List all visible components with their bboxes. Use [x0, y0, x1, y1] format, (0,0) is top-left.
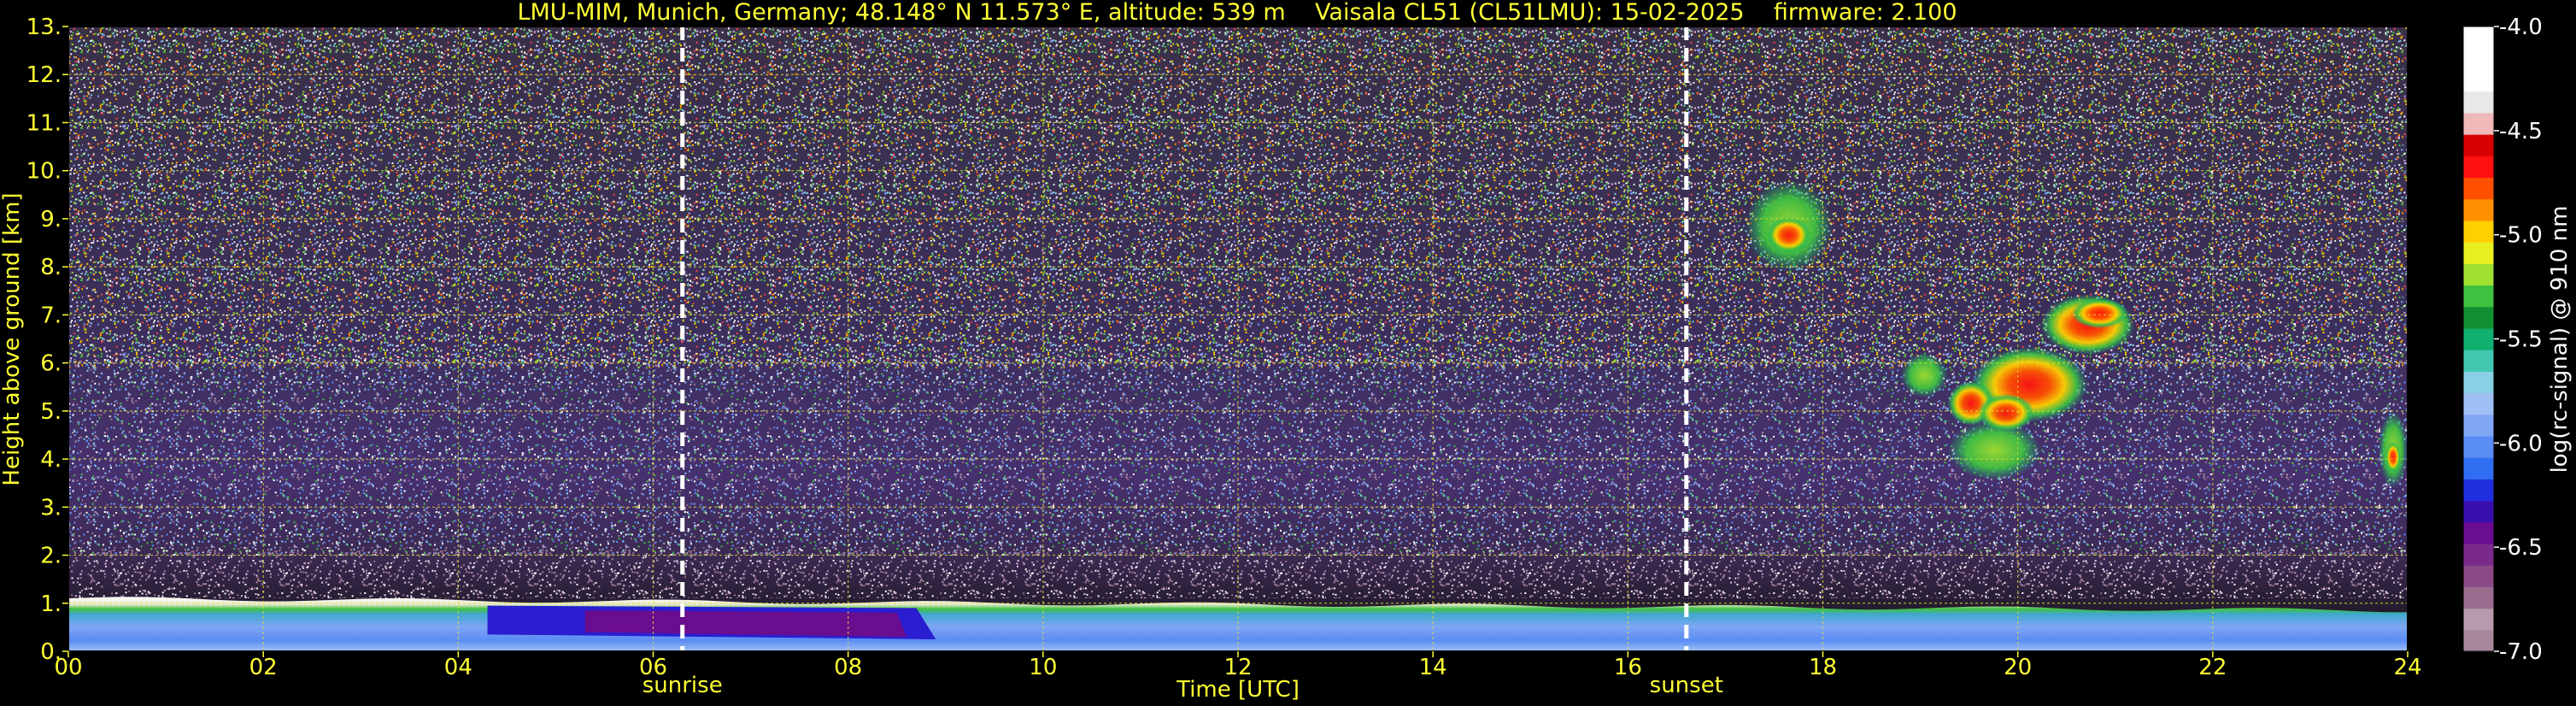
- colorbar-swatch: [2463, 457, 2494, 479]
- x-tick-label: 04: [444, 655, 472, 680]
- x-axis: 00 02 04 06 08 10 12 14 16 18 20 22 24: [54, 651, 2422, 680]
- colorbar-tick-label: -4.0: [2499, 15, 2543, 40]
- cloud-feature-3: [2378, 410, 2408, 488]
- colorbar-swatch: [2463, 177, 2494, 200]
- y-axis: 0.1.2.3.4.5.6.7.8.9.10.11.12.13.: [26, 15, 68, 665]
- x-tick-label: 18: [1809, 655, 1837, 680]
- marker-label-sunrise: sunrise: [643, 673, 723, 698]
- y-tick-label: 7.: [40, 303, 62, 328]
- y-tick-label: 5.: [40, 399, 62, 425]
- colorbar-swatch: [2463, 392, 2494, 415]
- x-tick-label: 02: [249, 655, 278, 680]
- y-tick-label: 2.: [40, 544, 62, 569]
- colorbar-swatch: [2463, 608, 2494, 631]
- x-tick-label: 10: [1029, 655, 1057, 680]
- colorbar-tick-label: -5.5: [2499, 327, 2543, 353]
- colorbar-swatch: [2463, 48, 2494, 71]
- colorbar-swatch: [2463, 69, 2494, 92]
- x-tick-label: 14: [1419, 655, 1447, 680]
- plot-area: [68, 26, 2408, 651]
- cloud-feature-2: [1745, 180, 1833, 272]
- chart-title: LMU-MIM, Munich, Germany; 48.148° N 11.5…: [517, 0, 1957, 26]
- colorbar-swatch: [2463, 543, 2494, 566]
- x-tick-label: 00: [54, 655, 82, 680]
- colorbar-swatch: [2463, 285, 2494, 308]
- colorbar-swatch: [2463, 521, 2494, 544]
- y-tick-label: 8.: [40, 255, 62, 280]
- colorbar-swatch: [2463, 565, 2494, 587]
- x-tick-label: 22: [2198, 655, 2227, 680]
- colorbar-tick-label: -5.0: [2499, 223, 2543, 249]
- y-tick-label: 11.: [26, 110, 62, 136]
- colorbar-swatch: [2463, 350, 2494, 372]
- x-tick-label: 16: [1614, 655, 1642, 680]
- colorbar-swatch: [2463, 134, 2494, 156]
- x-tick-label: 20: [2004, 655, 2032, 680]
- colorbar-swatch: [2463, 263, 2494, 286]
- x-axis-label: Time [UTC]: [1176, 677, 1300, 703]
- colorbar-swatch: [2463, 242, 2494, 264]
- colorbar-swatch: [2463, 26, 2494, 49]
- y-tick-label: 13.: [26, 15, 62, 40]
- colorbar-tick-label: -6.5: [2499, 535, 2543, 561]
- x-tick-label: 08: [834, 655, 862, 680]
- colorbar-swatch: [2463, 414, 2494, 437]
- colorbar-swatch: [2463, 198, 2494, 221]
- y-tick-label: 9.: [40, 207, 62, 232]
- marker-label-sunset: sunset: [1650, 673, 1723, 698]
- colorbar-swatch: [2463, 371, 2494, 394]
- colorbar-tick-label: -4.5: [2499, 119, 2543, 144]
- colorbar-tick-label: -6.0: [2499, 431, 2543, 456]
- x-tick-label: 24: [2393, 655, 2421, 680]
- colorbar-swatch: [2463, 500, 2494, 523]
- y-tick-label: 1.: [40, 591, 62, 617]
- colorbar-swatch: [2463, 586, 2494, 609]
- y-tick-label: 4.: [40, 447, 62, 473]
- y-tick-label: 3.: [40, 495, 62, 521]
- colorbar-swatch: [2463, 156, 2494, 179]
- colorbar: -4.0 -4.5 -5.0 -5.5 -6.0 -6.5 -7.0: [2462, 15, 2543, 665]
- colorbar-swatch: [2463, 479, 2494, 502]
- ceilometer-chart: LMU-MIM, Munich, Germany; 48.148° N 11.5…: [0, 0, 2573, 703]
- y-axis-label: Height above ground [km]: [0, 192, 25, 485]
- colorbar-swatch: [2463, 435, 2494, 458]
- colorbar-swatch: [2463, 220, 2494, 243]
- y-tick-label: 12.: [26, 62, 62, 88]
- colorbar-label: log(rc-signal) @ 910 nm: [2547, 206, 2573, 474]
- colorbar-swatch: [2463, 629, 2494, 652]
- colorbar-tick-label: -7.0: [2499, 639, 2543, 665]
- colorbar-swatch: [2463, 306, 2494, 329]
- colorbar-swatch: [2463, 327, 2494, 350]
- colorbar-swatch: [2463, 91, 2494, 114]
- y-tick-label: 10.: [26, 159, 62, 185]
- colorbar-swatch: [2463, 112, 2494, 135]
- y-tick-label: 6.: [40, 351, 62, 377]
